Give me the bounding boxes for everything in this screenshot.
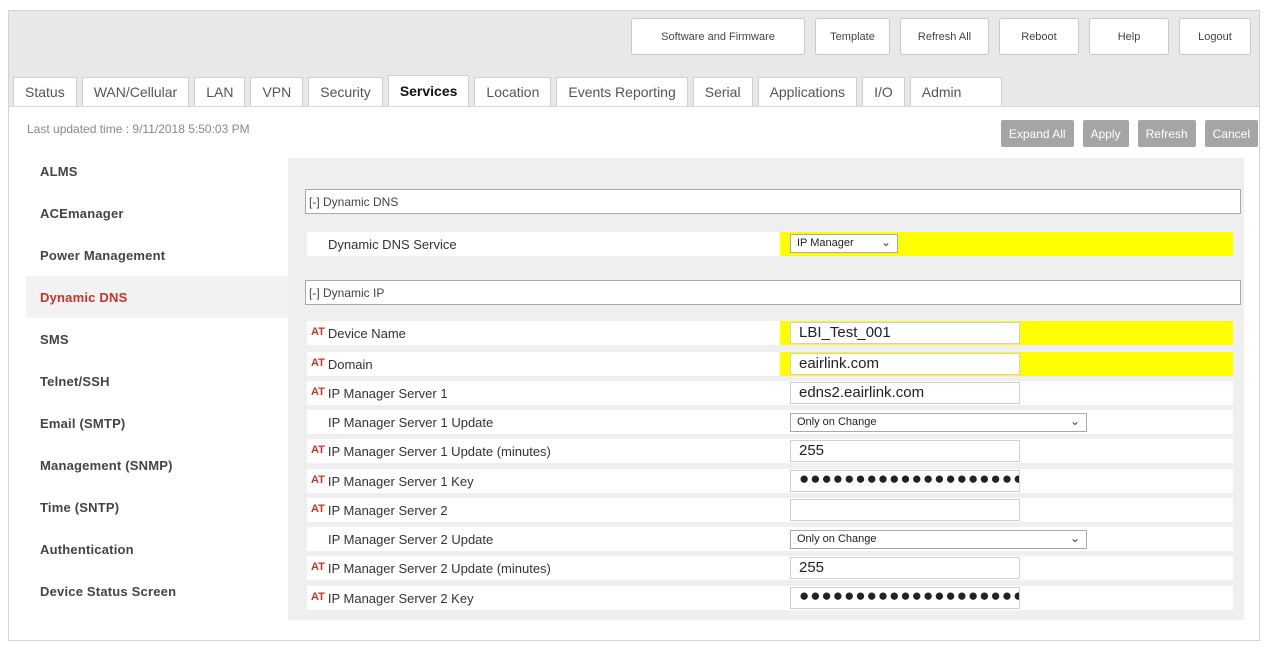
row-server1-update: IP Manager Server 1 Update Only on Chang… bbox=[307, 410, 1233, 434]
tab-io[interactable]: I/O bbox=[862, 77, 905, 106]
row-dynamic-dns-service: Dynamic DNS Service IP Manager ⌄ bbox=[307, 232, 1233, 256]
row-server2: AT IP Manager Server 2 bbox=[307, 498, 1233, 522]
row-server2-key: AT IP Manager Server 2 Key ●●●●●●●●●●●●●●… bbox=[307, 586, 1233, 610]
at-command-marker: AT bbox=[311, 561, 325, 573]
tab-applications[interactable]: Applications bbox=[757, 77, 858, 106]
row-server2-update: IP Manager Server 2 Update Only on Chang… bbox=[307, 527, 1233, 551]
tab-serial[interactable]: Serial bbox=[692, 77, 753, 106]
device-name-input[interactable]: LBI_Test_001 bbox=[790, 322, 1020, 344]
sidebar-item-acemanager[interactable]: ACEmanager bbox=[26, 192, 288, 234]
sidebar-item-device-status-screen[interactable]: Device Status Screen bbox=[26, 570, 288, 612]
server1-update-select[interactable]: Only on Change ⌄ bbox=[790, 413, 1087, 432]
device-name-label: Device Name bbox=[327, 326, 406, 341]
action-button-group: Expand All Apply Refresh Cancel bbox=[1000, 120, 1258, 147]
domain-input[interactable]: eairlink.com bbox=[790, 353, 1020, 375]
server1-update-value: Only on Change bbox=[797, 416, 877, 428]
tab-location[interactable]: Location bbox=[474, 77, 552, 106]
sidebar-item-telnet-ssh[interactable]: Telnet/SSH bbox=[26, 360, 288, 402]
last-updated-text: Last updated time : 9/11/2018 5:50:03 PM bbox=[27, 122, 250, 136]
sidebar-item-authentication[interactable]: Authentication bbox=[26, 528, 288, 570]
tab-events-reporting[interactable]: Events Reporting bbox=[556, 77, 688, 106]
server2-key-label: IP Manager Server 2 Key bbox=[327, 591, 474, 606]
server1-key-input[interactable]: ●●●●●●●●●●●●●●●●●●●●● bbox=[790, 470, 1020, 492]
sidebar-item-email-smtp[interactable]: Email (SMTP) bbox=[26, 402, 288, 444]
server2-input[interactable] bbox=[790, 499, 1020, 521]
server1-key-label: IP Manager Server 1 Key bbox=[327, 474, 474, 489]
server1-label: IP Manager Server 1 bbox=[327, 386, 448, 401]
section-header-dynamic-ip[interactable]: [-] Dynamic IP bbox=[305, 280, 1241, 305]
row-server1-key: AT IP Manager Server 1 Key ●●●●●●●●●●●●●●… bbox=[307, 469, 1233, 493]
server2-key-input[interactable]: ●●●●●●●●●●●●●●●●●●●●● bbox=[790, 587, 1020, 609]
sidebar-item-alms[interactable]: ALMS bbox=[26, 150, 288, 192]
refresh-all-button[interactable]: Refresh All bbox=[900, 18, 989, 55]
domain-label: Domain bbox=[327, 357, 373, 372]
server1-input[interactable]: edns2.eairlink.com bbox=[790, 382, 1020, 404]
reboot-button[interactable]: Reboot bbox=[999, 18, 1079, 55]
server2-update-value: Only on Change bbox=[797, 533, 877, 545]
dns-service-select[interactable]: IP Manager ⌄ bbox=[790, 234, 898, 253]
server2-update-minutes-label: IP Manager Server 2 Update (minutes) bbox=[327, 561, 551, 576]
section-header-dynamic-dns[interactable]: [-] Dynamic DNS bbox=[305, 189, 1241, 214]
chevron-down-icon: ⌄ bbox=[1069, 531, 1080, 545]
sidebar: ALMS ACEmanager Power Management Dynamic… bbox=[26, 150, 288, 612]
tab-security[interactable]: Security bbox=[308, 77, 383, 106]
expand-all-button[interactable]: Expand All bbox=[1000, 120, 1074, 147]
tab-lan[interactable]: LAN bbox=[194, 77, 246, 106]
at-command-marker: AT bbox=[311, 474, 325, 486]
apply-button[interactable]: Apply bbox=[1082, 120, 1129, 147]
chevron-down-icon: ⌄ bbox=[880, 235, 891, 249]
chevron-down-icon: ⌄ bbox=[1069, 414, 1080, 428]
template-button[interactable]: Template bbox=[815, 18, 890, 55]
server2-update-select[interactable]: Only on Change ⌄ bbox=[790, 530, 1087, 549]
row-server2-update-minutes: AT IP Manager Server 2 Update (minutes) 2… bbox=[307, 556, 1233, 580]
logout-button[interactable]: Logout bbox=[1179, 18, 1251, 55]
main-tabs: Status WAN/Cellular LAN VPN Security Ser… bbox=[13, 75, 1003, 106]
software-firmware-button[interactable]: Software and Firmware bbox=[631, 18, 805, 55]
at-command-marker: AT bbox=[311, 357, 325, 369]
row-server1: AT IP Manager Server 1 edns2.eairlink.com bbox=[307, 381, 1233, 405]
refresh-button[interactable]: Refresh bbox=[1137, 120, 1196, 147]
top-button-group: Software and Firmware Template Refresh A… bbox=[631, 18, 1251, 55]
at-command-marker: AT bbox=[311, 591, 325, 603]
row-server1-update-minutes: AT IP Manager Server 1 Update (minutes) 2… bbox=[307, 439, 1233, 463]
sidebar-item-sms[interactable]: SMS bbox=[26, 318, 288, 360]
sidebar-item-time-sntp[interactable]: Time (SNTP) bbox=[26, 486, 288, 528]
server2-update-label: IP Manager Server 2 Update bbox=[328, 532, 494, 547]
at-command-marker: AT bbox=[311, 386, 325, 398]
at-command-marker: AT bbox=[311, 326, 325, 338]
tab-services[interactable]: Services bbox=[387, 75, 470, 106]
help-button[interactable]: Help bbox=[1089, 18, 1169, 55]
tab-vpn[interactable]: VPN bbox=[250, 77, 304, 106]
dns-service-value: IP Manager bbox=[797, 237, 854, 249]
sidebar-item-management-snmp[interactable]: Management (SNMP) bbox=[26, 444, 288, 486]
server2-label: IP Manager Server 2 bbox=[327, 503, 448, 518]
tab-status[interactable]: Status bbox=[13, 77, 77, 106]
row-device-name: AT Device Name LBI_Test_001 bbox=[307, 321, 1233, 345]
sidebar-item-power-management[interactable]: Power Management bbox=[26, 234, 288, 276]
server1-update-minutes-input[interactable]: 255 bbox=[790, 440, 1020, 462]
dns-service-label: Dynamic DNS Service bbox=[328, 237, 457, 252]
sub-bar: Last updated time : 9/11/2018 5:50:03 PM… bbox=[9, 106, 1259, 147]
sidebar-item-dynamic-dns[interactable]: Dynamic DNS bbox=[26, 276, 288, 318]
server1-update-label: IP Manager Server 1 Update bbox=[328, 415, 494, 430]
tab-admin[interactable]: Admin bbox=[909, 77, 1003, 106]
tab-wan-cellular[interactable]: WAN/Cellular bbox=[81, 77, 190, 106]
server1-update-minutes-label: IP Manager Server 1 Update (minutes) bbox=[327, 444, 551, 459]
at-command-marker: AT bbox=[311, 503, 325, 515]
row-domain: AT Domain eairlink.com bbox=[307, 352, 1233, 376]
server2-update-minutes-input[interactable]: 255 bbox=[790, 557, 1020, 579]
content-panel: [-] Dynamic DNS Dynamic DNS Service IP M… bbox=[288, 158, 1244, 620]
cancel-button[interactable]: Cancel bbox=[1204, 120, 1258, 147]
at-command-marker: AT bbox=[311, 444, 325, 456]
top-bar: Software and Firmware Template Refresh A… bbox=[9, 11, 1259, 147]
